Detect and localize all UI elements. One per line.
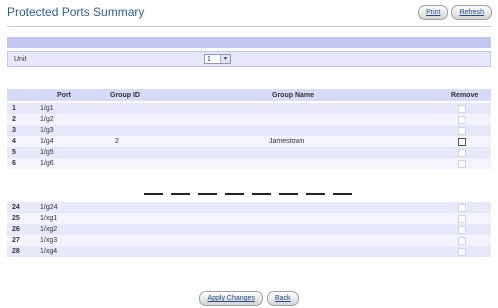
remove-checkbox[interactable] [458, 160, 466, 168]
apply-changes-button[interactable]: Apply Changes [199, 291, 263, 306]
table-row: 28 1/xg4 [7, 246, 491, 257]
port-header: Port [57, 92, 71, 99]
table-row: 3 1/g3 [7, 125, 491, 136]
row-port: 1/g24 [40, 204, 58, 211]
remove-checkbox[interactable] [458, 116, 466, 124]
remove-checkbox[interactable] [458, 248, 466, 256]
remove-checkbox[interactable] [458, 226, 466, 234]
row-port: 1/g1 [40, 105, 54, 112]
unit-select-value: 1 [207, 56, 211, 63]
title-divider [7, 26, 491, 27]
row-group-id: 2 [115, 138, 119, 145]
group-id-header: Group ID [110, 92, 140, 99]
row-index: 28 [12, 248, 20, 255]
row-index: 5 [12, 149, 16, 156]
row-port: 1/g3 [40, 127, 54, 134]
page-title: Protected Ports Summary [7, 5, 145, 19]
unit-section-header [7, 37, 491, 48]
row-port: 1/xg3 [40, 237, 58, 244]
remove-checkbox[interactable] [458, 204, 466, 212]
print-button[interactable]: Print [418, 5, 449, 20]
remove-checkbox[interactable] [458, 127, 466, 135]
unit-row: Unit 1 ▼ [7, 51, 491, 67]
row-index: 27 [12, 237, 20, 244]
row-index: 2 [12, 116, 16, 123]
remove-checkbox[interactable] [458, 215, 466, 223]
row-gap-separator [144, 193, 352, 195]
table-row: 25 1/xg1 [7, 213, 491, 224]
row-port: 1/xg4 [40, 248, 58, 255]
table-row: 1 1/g1 [7, 103, 491, 114]
table-row: 6 1/g6 [7, 158, 491, 169]
remove-checkbox[interactable] [458, 138, 466, 146]
table-row: 5 1/g5 [7, 147, 491, 158]
row-port: 1/g5 [40, 149, 54, 156]
group-name-header: Group Name [272, 92, 315, 99]
table-row: 24 1/g24 [7, 202, 491, 213]
row-index: 26 [12, 226, 20, 233]
table-row: 27 1/xg3 [7, 235, 491, 246]
table-row: 26 1/xg2 [7, 224, 491, 235]
back-button[interactable]: Back [266, 291, 299, 306]
footer-buttons: Apply Changes Back [0, 291, 498, 306]
top-toolbar: Print Refresh [418, 5, 492, 20]
row-port: 1/g2 [40, 116, 54, 123]
remove-checkbox[interactable] [458, 149, 466, 157]
row-index: 1 [12, 105, 16, 112]
table-header: Port Group ID Group Name Remove [7, 89, 491, 101]
unit-label: Unit [14, 56, 27, 63]
row-port: 1/g4 [40, 138, 54, 145]
remove-checkbox[interactable] [458, 237, 466, 245]
row-index: 6 [12, 160, 16, 167]
table-body-bottom: 24 1/g24 25 1/xg1 26 1/xg2 27 1/xg3 28 1… [7, 202, 491, 257]
refresh-button[interactable]: Refresh [451, 5, 492, 20]
row-port: 1/xg2 [40, 226, 58, 233]
table-row: 2 1/g2 [7, 114, 491, 125]
table-body-top: 1 1/g1 2 1/g2 3 1/g3 4 1/g4 2 Jamestown … [7, 103, 491, 169]
remove-checkbox[interactable] [458, 105, 466, 113]
row-index: 3 [12, 127, 16, 134]
row-port: 1/g6 [40, 160, 54, 167]
row-port: 1/xg1 [40, 215, 58, 222]
row-index: 4 [12, 138, 16, 145]
row-group-name: Jamestown [269, 138, 305, 145]
chevron-down-icon: ▼ [220, 55, 230, 63]
remove-header: Remove [451, 92, 479, 99]
table-row: 4 1/g4 2 Jamestown [7, 136, 491, 147]
row-index: 25 [12, 215, 20, 222]
unit-select[interactable]: 1 ▼ [204, 54, 231, 64]
row-index: 24 [12, 204, 20, 211]
